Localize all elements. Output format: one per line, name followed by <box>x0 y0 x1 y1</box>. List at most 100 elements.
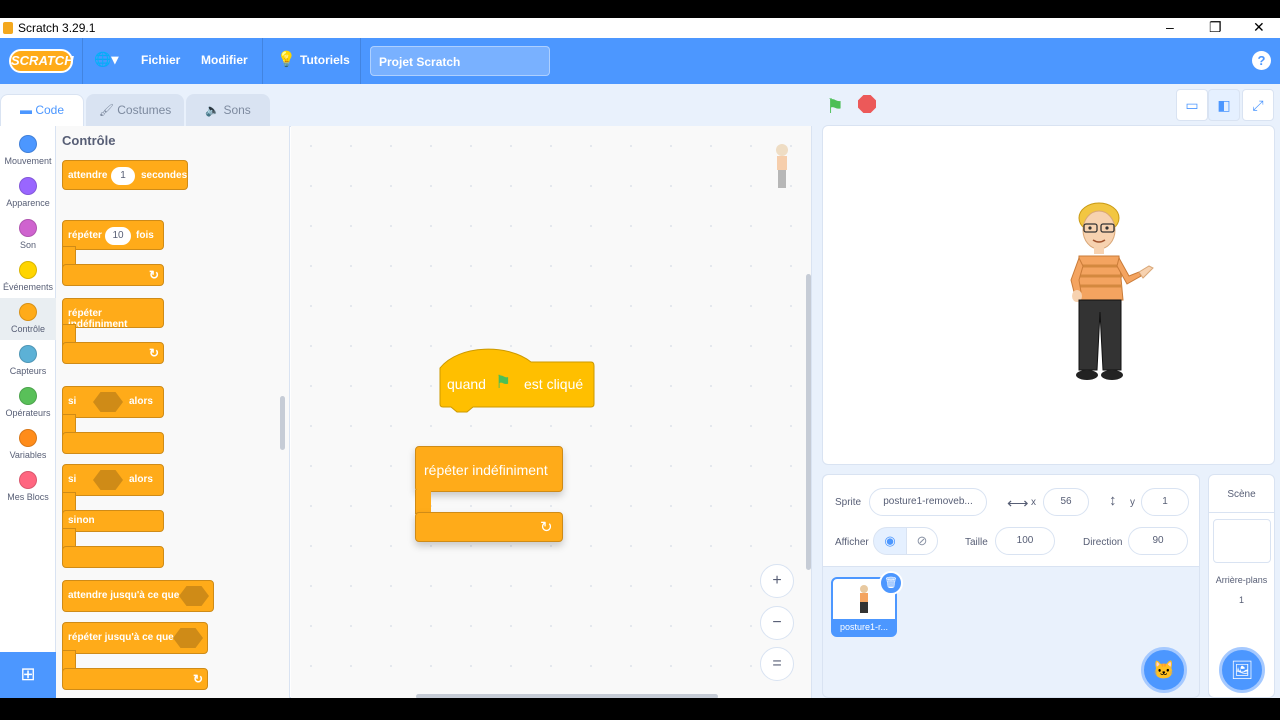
workspace-vertical-scrollbar[interactable] <box>806 274 811 570</box>
wait-seconds-input[interactable]: 1 <box>111 167 135 185</box>
fullscreen-icon: ⤢ <box>1252 97 1264 113</box>
category-dot-icon <box>19 177 37 195</box>
condition-slot[interactable] <box>179 586 209 606</box>
palette-scrollbar[interactable] <box>280 396 285 450</box>
loop-arrow-icon: ↻ <box>149 346 160 360</box>
language-globe-icon[interactable]: 🌐▾ <box>94 51 118 68</box>
repeat-until-block[interactable]: répéter jusqu'à ce que <box>62 622 208 654</box>
forever-block-workspace[interactable]: répéter indéfiniment <box>415 446 563 492</box>
stage-canvas[interactable] <box>822 125 1275 465</box>
add-extension-button[interactable]: ⊞ <box>0 652 56 698</box>
scratch-logo[interactable]: SCRATCH <box>9 49 74 73</box>
if-then-block-foot <box>62 432 164 454</box>
hide-sprite-button[interactable]: ⊘ <box>906 527 938 555</box>
stop-button[interactable] <box>858 95 876 113</box>
category-variables[interactable]: Variables <box>0 424 56 466</box>
normal-stage-button[interactable]: ◧ <box>1208 89 1240 121</box>
backdrops-label: Arrière-plans <box>1215 575 1268 585</box>
tab-costumes[interactable]: 🖌 Costumes <box>86 94 184 126</box>
show-sprite-button[interactable]: ◉ <box>873 527 907 555</box>
condition-slot[interactable] <box>173 628 203 648</box>
boy-sprite[interactable] <box>1067 200 1157 386</box>
backdrop-thumbnail[interactable] <box>1213 519 1271 563</box>
zoom-out-icon: − <box>772 614 782 631</box>
add-backdrop-button[interactable]: 🖼 <box>1219 647 1265 693</box>
category-my-blocks[interactable]: Mes Blocs <box>0 466 56 508</box>
maximize-button[interactable]: ❐ <box>1209 19 1222 36</box>
tab-sounds[interactable]: 🔈 Sons <box>186 94 270 126</box>
green-flag-button[interactable]: ⚑ <box>826 94 844 119</box>
if-else-block-middle: sinon <box>62 510 164 532</box>
menu-separator <box>262 38 263 84</box>
repeat-block[interactable]: répéter 10 fois <box>62 220 164 250</box>
category-motion[interactable]: Mouvement <box>0 130 56 172</box>
stage-selector[interactable]: Scène Arrière-plans 1 🖼 <box>1208 474 1275 698</box>
direction-input[interactable]: 90 <box>1128 527 1188 555</box>
edit-menu[interactable]: Modifier <box>201 53 248 67</box>
top-black-bar <box>0 0 1280 18</box>
tab-code[interactable]: ▬ Code <box>0 94 84 126</box>
y-position-input[interactable]: 1 <box>1141 488 1189 516</box>
close-window-button[interactable]: ✕ <box>1253 19 1265 36</box>
bottom-black-bar <box>0 698 1280 720</box>
loop-arrow-icon: ↻ <box>540 519 553 536</box>
script-workspace[interactable]: quand ⚑ est cliqué répéter indéfiniment … <box>291 126 811 698</box>
stage-selector-header: Scène <box>1209 475 1274 513</box>
small-stage-button[interactable]: ▭ <box>1176 89 1208 121</box>
condition-slot[interactable] <box>93 392 123 412</box>
stage-header: ⚑ ▭ ◧ ⤢ <box>820 84 1280 126</box>
fullscreen-button[interactable]: ⤢ <box>1242 89 1274 121</box>
category-control[interactable]: Contrôle <box>0 298 56 340</box>
category-operators[interactable]: Opérateurs <box>0 382 56 424</box>
tutorials-menu[interactable]: Tutoriels <box>300 53 350 67</box>
wait-block[interactable]: attendre 1 secondes <box>62 160 188 190</box>
category-looks[interactable]: Apparence <box>0 172 56 214</box>
cat-plus-icon: 🐱 <box>1152 660 1176 680</box>
menu-bar: SCRATCH 🌐▾ Fichier Modifier 💡 Tutoriels … <box>0 38 1280 84</box>
condition-slot[interactable] <box>93 470 123 490</box>
category-dot-icon <box>19 303 37 321</box>
window-titlebar: Scratch 3.29.1 – ❐ ✕ <box>0 18 1280 38</box>
forever-block-workspace-arm <box>415 490 431 514</box>
when-flag-clicked-block[interactable]: quand ⚑ est cliqué <box>439 362 595 408</box>
trash-icon: 🗑 <box>884 577 898 589</box>
speaker-icon: 🔈 <box>205 103 224 117</box>
horizontal-arrows-icon: ⟷ <box>1007 495 1029 512</box>
if-then-block[interactable]: si alors <box>62 386 164 418</box>
if-else-block[interactable]: si alors <box>62 464 164 496</box>
category-dot-icon <box>19 471 37 489</box>
window-title: Scratch 3.29.1 <box>18 21 96 35</box>
add-sprite-button[interactable]: 🐱 <box>1141 647 1187 693</box>
size-input[interactable]: 100 <box>995 527 1055 555</box>
vertical-arrows-icon: ↕ <box>1109 492 1117 509</box>
category-sensing[interactable]: Capteurs <box>0 340 56 382</box>
forever-block-foot: ↻ <box>62 342 164 364</box>
scratch-app-icon <box>3 22 13 34</box>
category-sound[interactable]: Son <box>0 214 56 256</box>
project-title-input[interactable]: Projet Scratch <box>370 46 550 76</box>
help-icon[interactable]: ? <box>1252 51 1271 70</box>
category-events[interactable]: Événements <box>0 256 56 298</box>
zoom-out-button[interactable]: − <box>760 606 794 640</box>
sprite-thumbnail-name: posture1-r... <box>833 619 895 635</box>
sprite-name-input[interactable]: posture1-removeb... <box>869 488 987 516</box>
file-menu[interactable]: Fichier <box>141 53 180 67</box>
loop-arrow-icon: ↻ <box>193 672 204 686</box>
repeat-block-foot: ↻ <box>62 264 164 286</box>
add-extension-icon: ⊞ <box>20 664 36 684</box>
backdrops-count: 1 <box>1238 595 1244 605</box>
code-icon: ▬ <box>19 103 36 117</box>
category-dot-icon <box>19 261 37 279</box>
x-position-input[interactable]: 56 <box>1043 488 1089 516</box>
minimize-button[interactable]: – <box>1166 19 1174 35</box>
zoom-in-button[interactable]: + <box>760 564 794 598</box>
loop-arrow-icon: ↻ <box>149 268 160 282</box>
sprite-indicator-icon <box>776 144 788 188</box>
zoom-reset-icon: = <box>772 655 782 672</box>
delete-sprite-button[interactable]: 🗑 <box>879 571 903 595</box>
repeat-count-input[interactable]: 10 <box>105 227 131 245</box>
forever-block[interactable]: répéter indéfiniment <box>62 298 164 330</box>
zoom-in-icon: + <box>772 572 782 589</box>
zoom-reset-button[interactable]: = <box>760 647 794 681</box>
wait-until-block[interactable]: attendre jusqu'à ce que <box>62 580 214 612</box>
